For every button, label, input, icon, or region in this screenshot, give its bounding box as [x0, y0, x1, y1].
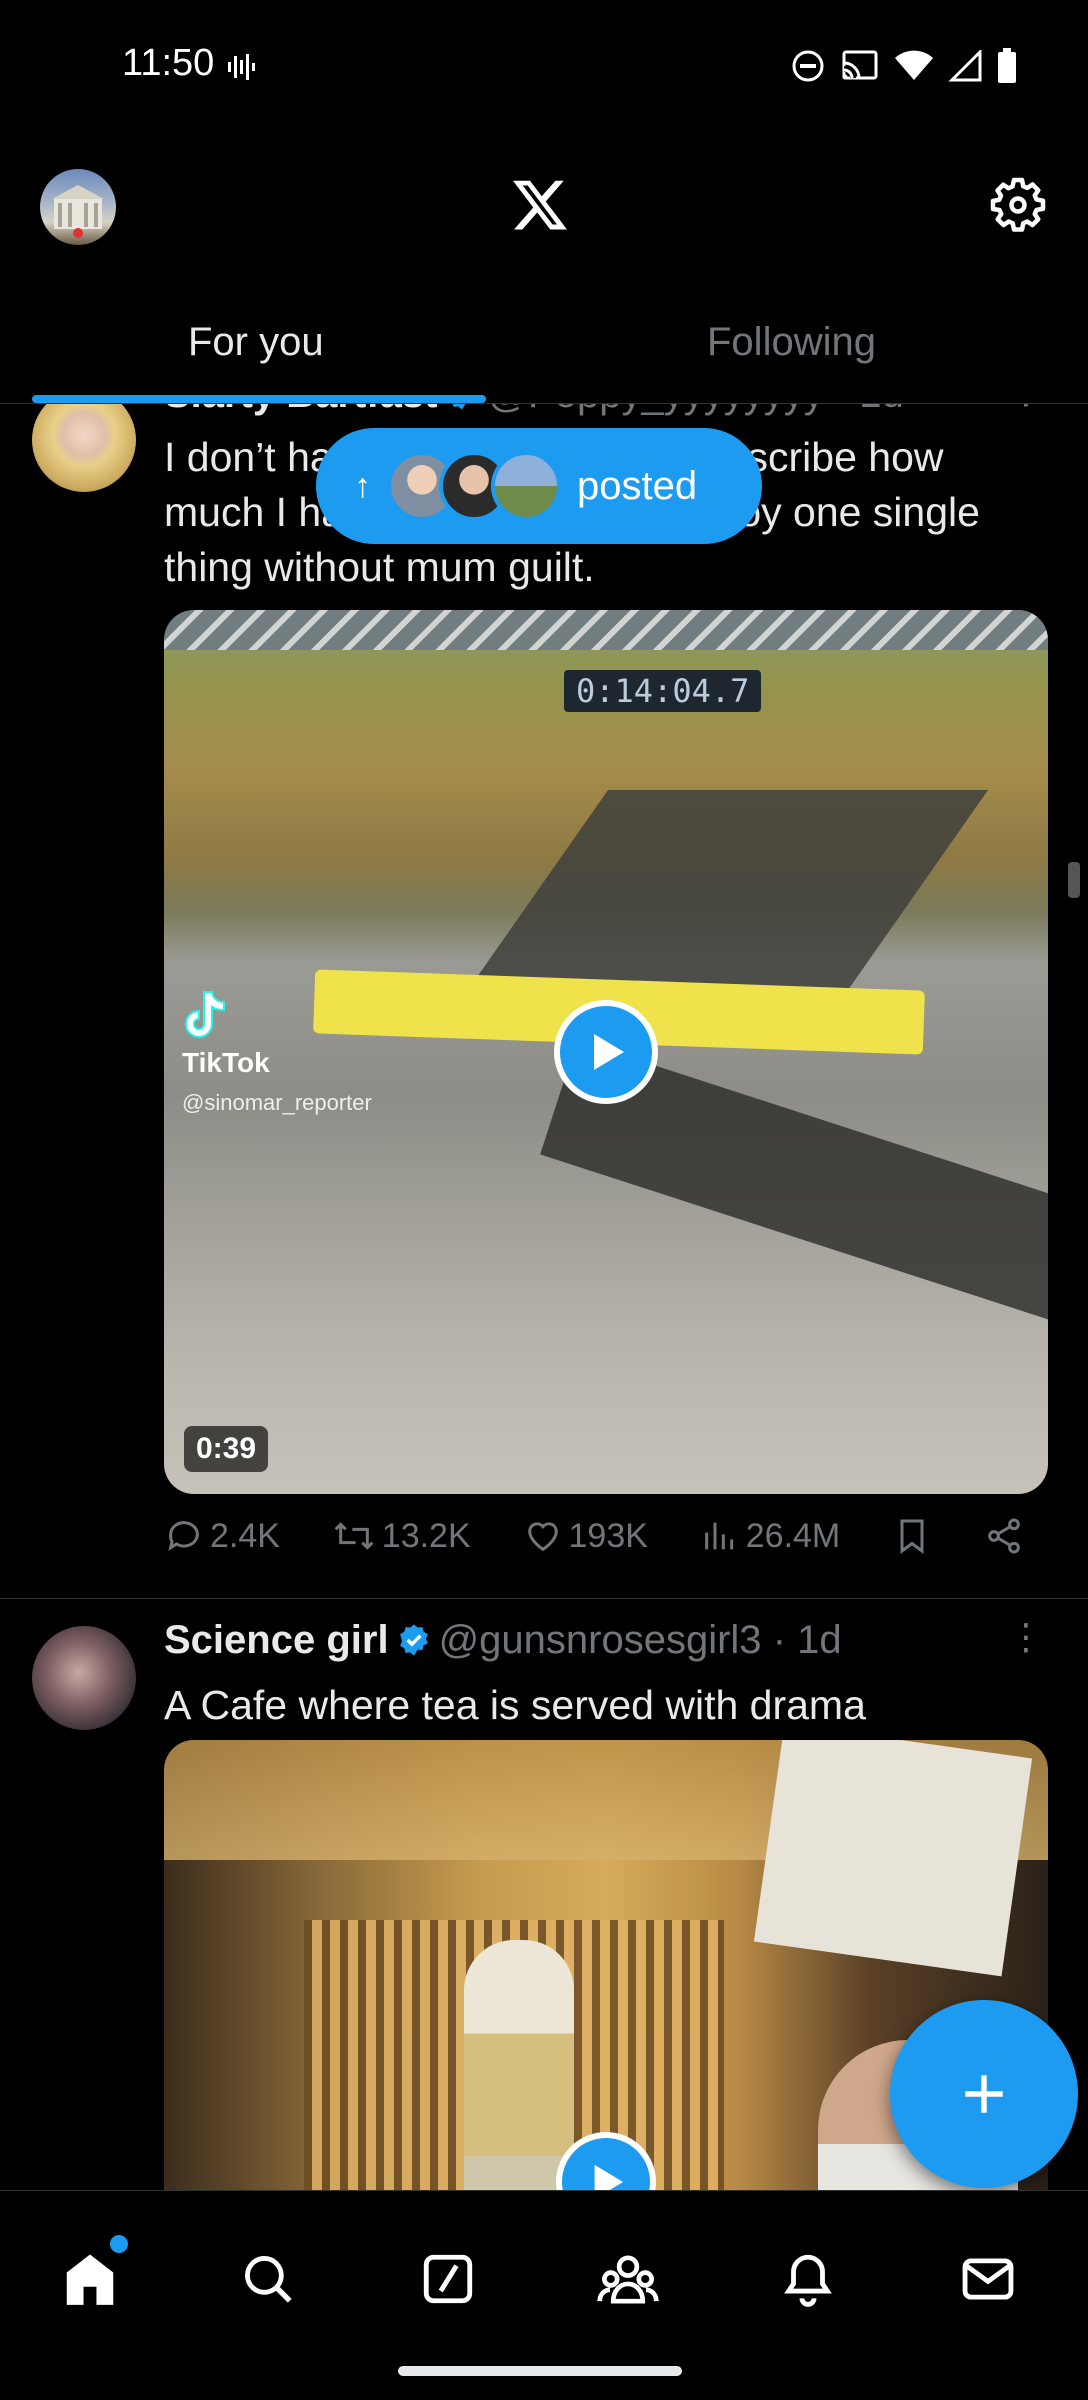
author-name[interactable]: Science girl — [164, 1618, 389, 1662]
play-icon[interactable] — [554, 1000, 658, 1104]
post-actions: 2.4K 13.2K 193K 26.4M — [164, 1516, 1024, 1556]
post-text: A Cafe where tea is served with drama — [164, 1682, 866, 1728]
post-time: · 1d — [772, 1618, 842, 1662]
reply-icon — [168, 1521, 199, 1551]
views-button[interactable]: 26.4M — [700, 1516, 840, 1556]
video-duration: 0:39 — [184, 1426, 269, 1472]
more-options-icon[interactable]: ⋮ — [1008, 1616, 1044, 1658]
compose-post-button[interactable] — [890, 2000, 1078, 2188]
home-icon — [66, 2254, 114, 2305]
verified-badge-icon — [445, 404, 479, 421]
active-tab-indicator — [32, 395, 486, 403]
nav-notifications[interactable] — [768, 2239, 848, 2319]
like-button[interactable]: 193K — [523, 1516, 648, 1556]
status-time: 11:50 — [122, 42, 215, 84]
author-name[interactable]: Slarty Bartfast — [164, 404, 437, 416]
signal-icon — [948, 48, 982, 87]
post-header: Science girl @gunsnrosesgirl3 · 1d — [164, 1618, 842, 1667]
notifications-icon — [784, 2254, 832, 2307]
battery-icon — [996, 48, 1018, 89]
race-timer: 0:14:04.7 — [564, 670, 762, 712]
post-header: Slarty Bartfast @Poppy_yyyyyyyy · 1d — [164, 404, 904, 421]
tab-following[interactable]: Following — [707, 320, 876, 365]
new-posts-pill[interactable]: ↑ posted — [316, 428, 762, 544]
top-app-bar — [0, 135, 1088, 275]
timeline-tabs: For you Following — [0, 290, 1088, 404]
arrow-up-icon: ↑ — [354, 466, 371, 505]
gesture-home-bar[interactable] — [398, 2366, 682, 2376]
nav-grok[interactable] — [408, 2239, 488, 2319]
nav-messages[interactable] — [948, 2239, 1028, 2319]
cast-icon — [840, 49, 880, 88]
tiktok-watermark: TikTok — [182, 990, 270, 1079]
tiktok-username: @sinomar_reporter — [182, 1090, 372, 1115]
plus-icon — [965, 2075, 1003, 2113]
share-button[interactable] — [984, 1516, 1024, 1556]
masked-server — [464, 1940, 574, 2190]
author-avatar[interactable] — [32, 1626, 136, 1730]
new-posts-avatars — [387, 451, 561, 521]
bookmark-icon — [900, 1519, 924, 1554]
nav-search[interactable] — [228, 2239, 308, 2319]
dnd-icon — [790, 48, 826, 89]
tab-for-you[interactable]: For you — [188, 320, 324, 365]
views-icon — [704, 1522, 733, 1550]
wifi-icon — [894, 50, 934, 87]
new-posts-label: posted — [577, 463, 698, 508]
verified-badge-icon — [397, 1622, 431, 1667]
status-bar: 11:50 — [0, 0, 1088, 135]
nav-communities[interactable] — [588, 2239, 668, 2319]
repost-button[interactable]: 13.2K — [332, 1516, 471, 1556]
x-logo-icon[interactable] — [510, 175, 570, 240]
post-video[interactable]: 0:14:04.7 TikTok @sinomar_reporter 0:39 — [164, 610, 1048, 1494]
communities-icon — [597, 2255, 659, 2304]
author-avatar[interactable] — [32, 404, 136, 492]
bookmark-button[interactable] — [892, 1516, 932, 1556]
profile-avatar-button[interactable] — [40, 169, 116, 245]
messages-icon — [962, 2258, 1014, 2300]
author-handle[interactable]: @Poppy_yyyyyyyy — [487, 404, 823, 416]
grok-icon — [423, 2254, 473, 2304]
more-options-icon[interactable]: ⋮ — [1008, 404, 1044, 412]
author-handle[interactable]: @gunsnrosesgirl3 — [439, 1618, 762, 1662]
finish-truss — [164, 610, 1048, 650]
avatar — [491, 451, 561, 521]
search-icon — [245, 2256, 292, 2303]
soundwave-icon — [226, 52, 256, 87]
share-icon — [988, 1518, 1020, 1554]
post-time: · 1d — [835, 404, 904, 416]
heart-icon — [527, 1522, 558, 1552]
notification-dot — [110, 2235, 128, 2253]
nav-home[interactable] — [50, 2235, 130, 2319]
reply-button[interactable]: 2.4K — [164, 1516, 280, 1556]
scrollbar[interactable] — [1068, 862, 1080, 898]
post-card[interactable]: Slarty Bartfast@Poppy_yyyyyyyy · 1d ⋮ I … — [0, 404, 1088, 1599]
gear-icon[interactable] — [988, 175, 1048, 240]
repost-icon — [334, 1522, 374, 1550]
